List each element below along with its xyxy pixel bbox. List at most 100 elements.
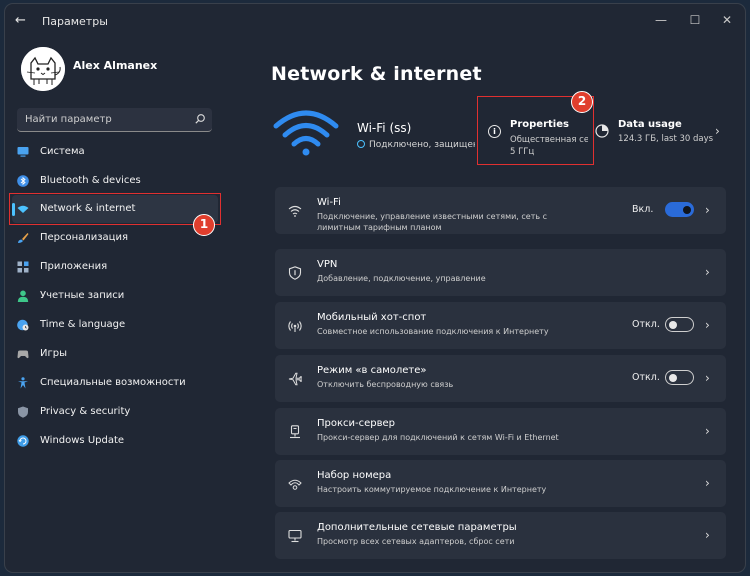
sidebar-item-accessibility[interactable]: Специальные возможности	[12, 369, 218, 397]
card-subtitle: Прокси-сервер для подключений к сетям Wi…	[317, 433, 559, 442]
card-title: Режим «в самолете»	[317, 365, 427, 376]
sidebar-item-label: Персонализация	[40, 232, 128, 243]
proxy-icon	[290, 425, 300, 439]
card-proxy[interactable]: Прокси-сервер Прокси-сервер для подключе…	[275, 408, 726, 455]
sidebar-item-bluetooth[interactable]: Bluetooth & devices	[12, 167, 218, 195]
accessibility-icon	[18, 377, 28, 389]
card-dialup[interactable]: Набор номера Настроить коммутируемое под…	[275, 460, 726, 507]
gamepad-icon	[17, 350, 29, 359]
title-bar: ← Параметры — ☐ ✕	[5, 4, 745, 38]
sidebar-item-system[interactable]: Система	[12, 138, 218, 166]
airplane-toggle[interactable]	[665, 370, 694, 385]
airplane-toggle-state: Откл.	[632, 372, 660, 383]
sidebar-item-label: Система	[40, 146, 85, 157]
annotation-badge-1: 1	[193, 214, 215, 236]
hotspot-toggle-state: Откл.	[632, 319, 660, 330]
sidebar-item-label: Игры	[40, 348, 67, 359]
chevron-right-icon: ›	[705, 424, 710, 438]
sidebar-item-label: Учетные записи	[40, 290, 125, 301]
chevron-right-icon: ›	[705, 528, 710, 542]
monitor-icon	[17, 147, 29, 157]
page-title: Network & internet	[271, 63, 482, 85]
toggle-knob	[669, 373, 677, 382]
globe-clock-icon	[17, 319, 29, 331]
annotation-badge-2: 2	[571, 91, 593, 113]
apps-icon	[17, 261, 29, 273]
sidebar-item-label: Специальные возможности	[40, 377, 186, 388]
avatar[interactable]	[21, 47, 65, 91]
annotation-box-1	[9, 193, 221, 225]
sidebar-item-label: Privacy & security	[40, 406, 131, 417]
search-input[interactable]: Найти параметр	[25, 114, 112, 125]
sidebar-item-label: Time & language	[40, 319, 126, 330]
data-usage-title: Data usage	[618, 119, 682, 130]
card-subtitle: Совместное использование подключения к И…	[317, 327, 549, 336]
card-title: Wi-Fi	[317, 197, 341, 208]
card-subtitle: Отключить беспроводную связь	[317, 380, 454, 389]
wifi-connection-status: Подключено, защищено	[357, 140, 475, 150]
sidebar-item-label: Приложения	[40, 261, 108, 272]
user-name[interactable]: Alex Almanex	[73, 59, 157, 72]
wifi-large-icon	[273, 110, 339, 156]
toggle-knob	[669, 320, 677, 329]
network-pc-icon	[288, 529, 302, 543]
shield-icon	[18, 406, 28, 418]
wifi-toggle[interactable]	[665, 202, 694, 217]
bluetooth-icon	[17, 175, 29, 187]
sidebar-item-accounts[interactable]: Учетные записи	[12, 282, 218, 310]
person-icon	[17, 290, 29, 302]
chevron-right-icon: ›	[705, 203, 710, 217]
card-advanced-network[interactable]: Дополнительные сетевые параметры Просмот…	[275, 512, 726, 559]
cat-avatar-icon	[21, 47, 65, 91]
sidebar-item-label: Bluetooth & devices	[40, 175, 141, 186]
card-wifi[interactable]: Wi-Fi Подключение, управление известными…	[275, 187, 726, 234]
app-title: Параметры	[42, 15, 108, 28]
card-subtitle: Настроить коммутируемое подключение к Ин…	[317, 485, 547, 494]
toggle-knob	[683, 205, 691, 214]
wifi-icon	[288, 205, 302, 217]
minimize-button[interactable]: —	[651, 10, 671, 30]
search-icon[interactable]	[194, 113, 206, 125]
wifi-toggle-state: Вкл.	[632, 204, 654, 215]
data-usage-button[interactable]: Data usage 124.3 ГБ, last 30 days ›	[595, 112, 725, 152]
settings-window: ← Параметры — ☐ ✕ Alex Almanex Найти пар…	[5, 4, 745, 572]
chevron-right-icon: ›	[705, 476, 710, 490]
card-subtitle: Добавление, подключение, управление	[317, 274, 486, 283]
chevron-right-icon: ›	[715, 124, 720, 138]
wifi-status-text: Подключено, защищено	[369, 140, 475, 150]
card-title: Мобильный хот-спот	[317, 312, 427, 323]
card-title: VPN	[317, 259, 338, 270]
sidebar-item-personalization[interactable]: Персонализация	[12, 224, 218, 252]
maximize-button[interactable]: ☐	[685, 10, 705, 30]
card-title: Прокси-сервер	[317, 418, 396, 429]
airplane-icon	[288, 372, 302, 386]
hotspot-toggle[interactable]	[665, 317, 694, 332]
card-subtitle: Подключение, управление известными сетям…	[317, 212, 548, 232]
data-usage-amount: 124.3 ГБ, last 30 days	[618, 134, 714, 144]
chevron-right-icon: ›	[705, 318, 710, 332]
wifi-network-name: Wi-Fi (ss)	[357, 121, 412, 135]
sidebar-item-privacy[interactable]: Privacy & security	[12, 398, 218, 426]
sidebar-item-gaming[interactable]: Игры	[12, 340, 218, 368]
hotspot-icon	[288, 321, 302, 332]
chevron-right-icon: ›	[705, 265, 710, 279]
card-vpn[interactable]: VPN Добавление, подключение, управление …	[275, 249, 726, 296]
card-mobile-hotspot[interactable]: Мобильный хот-спот Совместное использова…	[275, 302, 726, 349]
sidebar-item-time-language[interactable]: Time & language	[12, 311, 218, 339]
card-subtitle: Просмотр всех сетевых адаптеров, сброс с…	[317, 537, 515, 546]
chevron-right-icon: ›	[705, 371, 710, 385]
update-icon	[17, 435, 29, 447]
globe-icon	[357, 140, 365, 148]
search-box[interactable]: Найти параметр	[17, 108, 212, 132]
close-button[interactable]: ✕	[717, 10, 737, 30]
dialup-icon	[288, 479, 302, 490]
vpn-shield-icon	[288, 266, 302, 280]
sidebar-item-label: Windows Update	[40, 435, 125, 446]
card-title: Набор номера	[317, 470, 392, 481]
pie-chart-icon	[595, 124, 609, 138]
card-airplane-mode[interactable]: Режим «в самолете» Отключить беспроводну…	[275, 355, 726, 402]
brush-icon	[18, 233, 29, 243]
sidebar-item-apps[interactable]: Приложения	[12, 253, 218, 281]
sidebar-item-windows-update[interactable]: Windows Update	[12, 427, 218, 455]
back-button[interactable]: ←	[15, 13, 31, 29]
